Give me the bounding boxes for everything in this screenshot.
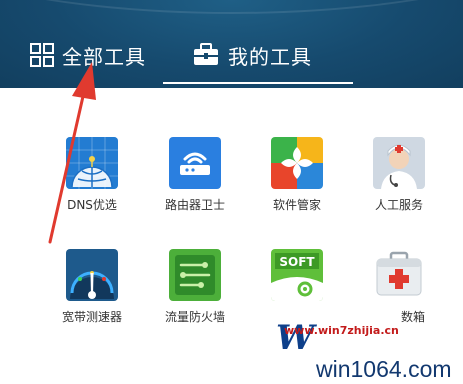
tool-router-label: 路由器卫士 <box>164 198 225 212</box>
soft-icon-text: SOFT <box>279 255 315 269</box>
tool-dns[interactable]: DNS优选 <box>49 137 135 213</box>
header-bar: 全部工具 我的工具 <box>0 0 463 88</box>
software-manager-icon <box>271 137 323 189</box>
tool-human-service-label: 人工服务 <box>374 198 423 212</box>
tool-router[interactable]: 路由器卫士 <box>152 137 238 213</box>
traffic-firewall-icon <box>169 249 221 301</box>
tab-all-tools[interactable]: 全部工具 <box>30 40 146 70</box>
grid-icon <box>30 43 54 67</box>
soft-icon: SOFT <box>271 249 323 301</box>
tool-speed-test[interactable]: 宽带测速器 <box>49 249 135 325</box>
speedometer-icon <box>66 249 118 301</box>
tool-soft[interactable]: SOFT <box>254 249 340 308</box>
tab-my-tools[interactable]: 我的工具 <box>192 40 312 70</box>
dns-globe-icon <box>66 137 118 189</box>
tool-first-aid[interactable]: 数箱 <box>356 249 442 325</box>
watermark-site: win1064.com <box>316 356 452 382</box>
tool-dns-label: DNS优选 <box>67 198 117 212</box>
tool-traffic-firewall-label: 流量防火墙 <box>164 310 225 324</box>
router-icon <box>169 137 221 189</box>
toolbox-icon <box>192 43 220 67</box>
tool-traffic-firewall[interactable]: 流量防火墙 <box>152 249 238 325</box>
watermark-small-url: www.win7zhijia.cn <box>284 324 399 337</box>
tool-speed-test-label: 宽带测速器 <box>61 310 122 324</box>
active-tab-indicator <box>163 82 353 84</box>
watermark: W www.win7zhijia.cn win1064.com <box>274 318 463 384</box>
tab-mine-label: 我的工具 <box>228 44 312 69</box>
tool-human-service[interactable]: 人工服务 <box>356 137 442 213</box>
first-aid-kit-icon <box>373 249 425 301</box>
tab-all-label: 全部工具 <box>62 44 146 69</box>
header-decoration <box>0 0 463 14</box>
tool-software-manager[interactable]: 软件管家 <box>254 137 340 213</box>
doctor-icon <box>373 137 425 189</box>
tool-software-manager-label: 软件管家 <box>272 198 321 212</box>
